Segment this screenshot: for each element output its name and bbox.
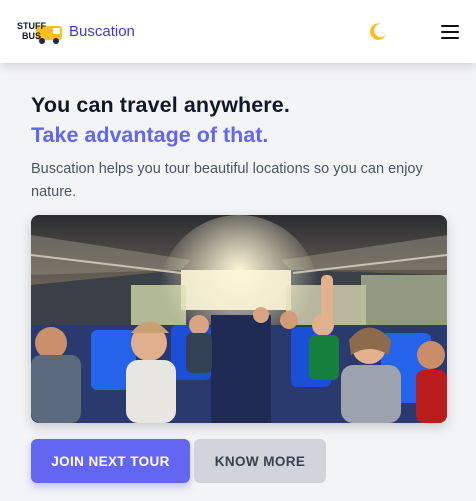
hero-section: You can travel anywhere. Take advantage … xyxy=(31,90,447,204)
menu-bar xyxy=(441,36,459,39)
hero-description: Buscation helps you tour beautiful locat… xyxy=(31,161,423,200)
stuff-bus-logo: STUFF BUS xyxy=(17,21,62,44)
moon-icon xyxy=(370,22,387,40)
brand[interactable]: STUFF BUS Buscation xyxy=(16,18,135,46)
hamburger-menu-button[interactable] xyxy=(438,20,462,44)
know-more-button[interactable]: Know More xyxy=(194,439,326,483)
menu-bar xyxy=(441,30,459,33)
hero-title: You can travel anywhere. xyxy=(31,93,290,117)
logo-text-bottom: BUS xyxy=(22,31,41,41)
header-controls xyxy=(366,20,462,44)
hero-subtitle: Take advantage of that. xyxy=(31,123,269,147)
join-next-tour-button[interactable]: Join Next Tour xyxy=(31,439,190,483)
logo-text-top: STUFF xyxy=(17,21,46,31)
top-navbar: STUFF BUS Buscation xyxy=(0,0,476,63)
brand-name: Buscation xyxy=(69,23,135,40)
theme-toggle-button[interactable] xyxy=(366,20,390,44)
hero-actions: Join Next Tour Know More xyxy=(31,439,326,483)
hero-image xyxy=(31,215,447,423)
menu-bar xyxy=(441,24,459,27)
bus-passengers-photo xyxy=(31,215,447,423)
